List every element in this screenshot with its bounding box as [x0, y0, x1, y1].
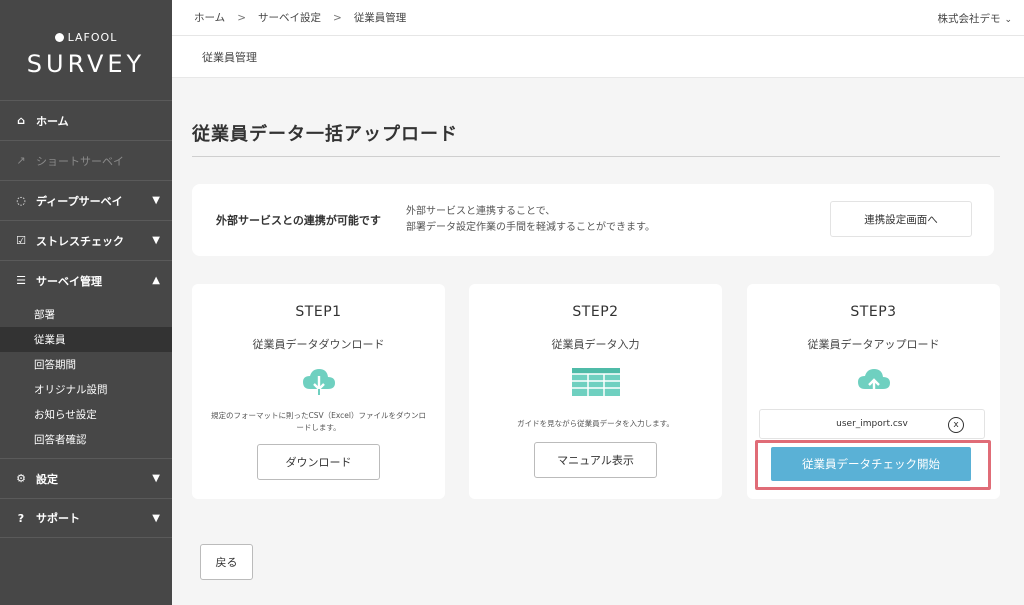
selected-file: user_import.csv x: [759, 409, 985, 439]
sidebar-item-label: サーベイ管理: [36, 274, 102, 288]
company-name: 株式会社デモ: [937, 13, 1001, 25]
breadcrumb-home[interactable]: ホーム: [194, 10, 225, 25]
integration-settings-button[interactable]: 連携設定画面へ: [830, 201, 972, 237]
sidebar-item-stress-check[interactable]: ☑ ストレスチェック ▼: [0, 220, 172, 260]
spreadsheet-icon: [469, 366, 722, 398]
step-label: STEP3: [850, 304, 897, 320]
logo-big-text: SURVEY: [26, 49, 146, 78]
cloud-download-icon: [192, 366, 445, 398]
step1-card: STEP1 従業員データダウンロード 規定のフォーマットに則ったCSV（Exce…: [192, 284, 445, 499]
sliders-icon: ☰: [16, 274, 26, 287]
sidebar-item-label: ストレスチェック: [36, 234, 124, 248]
checkbox-icon: ☑: [16, 234, 26, 247]
step-note: ガイドを見ながら従業員データを入力します。: [517, 419, 674, 428]
survey-admin-submenu: 部署 従業員 回答期間 オリジナル設問 お知らせ設定 回答者確認: [0, 300, 172, 458]
section-header-label: 従業員管理: [202, 50, 257, 64]
question-icon: ?: [17, 511, 25, 525]
home-icon: ⌂: [17, 114, 25, 127]
sidebar-subitem-original-questions[interactable]: オリジナル設問: [0, 377, 172, 402]
sidebar-subitem-respondent-check[interactable]: 回答者確認: [0, 427, 172, 452]
step-note: 規定のフォーマットに則ったCSV（Excel）ファイルをダウンロードします。: [211, 411, 426, 432]
company-selector[interactable]: 株式会社デモ ⌄: [937, 11, 1012, 26]
divider: [192, 156, 1000, 157]
step-title: 従業員データアップロード: [807, 338, 940, 351]
loading-icon: ◌: [16, 194, 26, 207]
sidebar-item-label: ホーム: [36, 114, 69, 128]
integration-panel: 外部サービスとの連携が可能です 外部サービスと連携することで、 部署データ設定作…: [192, 184, 994, 256]
step-label: STEP1: [295, 304, 342, 320]
step-title: 従業員データ入力: [551, 338, 640, 351]
sidebar-subitem-departments[interactable]: 部署: [0, 302, 172, 327]
sidebar-item-label: ショートサーベイ: [36, 154, 124, 168]
integration-description: 外部サービスと連携することで、 部署データ設定作業の手間を軽減することができます…: [406, 204, 655, 236]
sidebar-item-home[interactable]: ⌂ ホーム: [0, 100, 172, 140]
breadcrumb-employee-management: 従業員管理: [353, 12, 407, 24]
sidebar-item-support[interactable]: ? サポート ▼: [0, 498, 172, 538]
cloud-upload-icon: [747, 366, 1000, 398]
logo-dot-icon: [54, 32, 64, 42]
breadcrumb: ホーム > サーベイ設定 > 従業員管理 株式会社デモ ⌄: [172, 0, 1024, 36]
chevron-down-icon: ▼: [152, 195, 160, 206]
step2-card: STEP2 従業員データ入力 ガイドを見ながら従業員データを入力します。 マニュ…: [469, 284, 722, 499]
sidebar-subitem-employees[interactable]: 従業員: [0, 327, 172, 352]
sidebar: LAFOOL SURVEY ⌂ ホーム ↗ ショートサーベイ ◌ ディープサーベ…: [0, 0, 172, 605]
integration-desc-line: 外部サービスと連携することで、: [406, 206, 556, 217]
chevron-down-icon: ▼: [152, 473, 160, 484]
page-title: 従業員データ一括アップロード: [192, 124, 458, 145]
step-title: 従業員データダウンロード: [252, 338, 385, 351]
sidebar-item-label: サポート: [36, 512, 80, 525]
breadcrumb-separator-icon: >: [333, 11, 342, 24]
main-content: 従業員データ一括アップロード 外部サービスとの連携が可能です 外部サービスと連携…: [172, 78, 1024, 605]
sidebar-subitem-answer-period[interactable]: 回答期間: [0, 352, 172, 377]
trend-icon: ↗: [16, 154, 26, 167]
sidebar-item-survey-admin[interactable]: ☰ サーベイ管理 ▲: [0, 260, 172, 300]
sidebar-item-deep-survey[interactable]: ◌ ディープサーベイ ▼: [0, 180, 172, 220]
step-label: STEP2: [572, 304, 619, 320]
sidebar-item-settings[interactable]: ⚙ 設定 ▼: [0, 458, 172, 498]
logo-small-text: LAFOOL: [67, 30, 118, 44]
logo: LAFOOL SURVEY: [0, 0, 172, 100]
download-button[interactable]: ダウンロード: [257, 444, 380, 480]
breadcrumb-separator-icon: >: [237, 11, 246, 24]
gear-icon: ⚙: [16, 472, 26, 485]
sidebar-item-label: 設定: [36, 472, 58, 486]
start-check-button[interactable]: 従業員データチェック開始: [771, 447, 971, 481]
integration-desc-line: 部署データ設定作業の手間を軽減することができます。: [406, 222, 655, 233]
chevron-down-icon: ▼: [152, 512, 160, 524]
sidebar-item-short-survey[interactable]: ↗ ショートサーベイ: [0, 140, 172, 180]
file-name: user_import.csv: [836, 419, 908, 429]
breadcrumb-survey-settings[interactable]: サーベイ設定: [258, 10, 321, 25]
sidebar-item-label: ディープサーベイ: [36, 194, 123, 208]
integration-lead: 外部サービスとの連携が可能です: [216, 214, 381, 227]
sidebar-subitem-notice-settings[interactable]: お知らせ設定: [0, 402, 172, 427]
chevron-up-icon: ▲: [152, 275, 160, 286]
chevron-down-icon: ⌄: [1004, 15, 1012, 25]
manual-button[interactable]: マニュアル表示: [534, 442, 657, 478]
remove-file-icon[interactable]: x: [948, 417, 964, 433]
section-header: 従業員管理: [172, 36, 1024, 78]
chevron-down-icon: ▼: [152, 235, 160, 246]
back-button[interactable]: 戻る: [200, 544, 253, 580]
